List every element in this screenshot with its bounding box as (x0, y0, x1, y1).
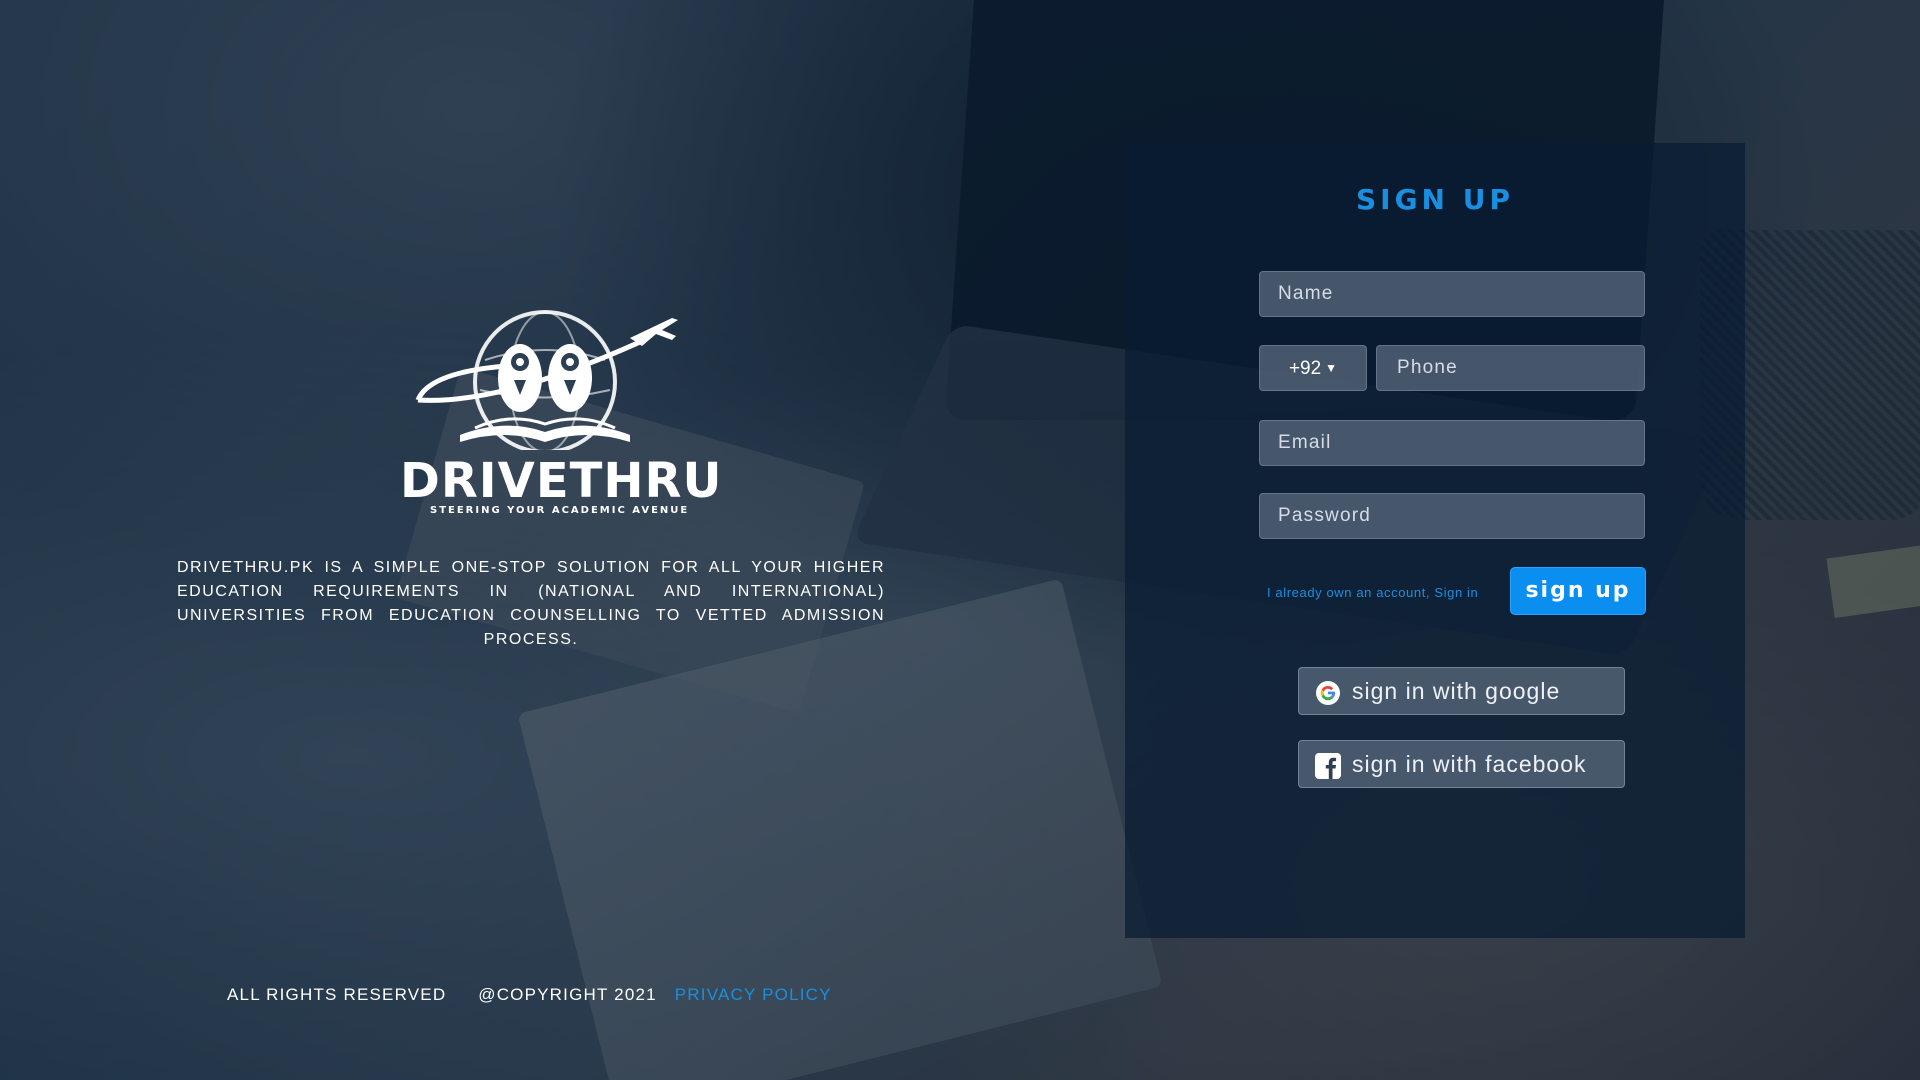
footer-copyright: @COPYRIGHT 2021 (478, 985, 657, 1004)
brand-logo: DRIVETHRU STEERING YOUR ACADEMIC AVENUE (400, 300, 723, 516)
owl-globe-emblem-icon (415, 310, 678, 454)
footer-rights: ALL RIGHTS RESERVED (227, 985, 447, 1004)
country-code-select[interactable]: +92 ▼ (1259, 345, 1367, 391)
footer: ALL RIGHTS RESERVED @COPYRIGHT 2021 PRIV… (227, 985, 832, 1005)
signup-button[interactable]: sign up (1510, 567, 1646, 615)
signup-page: DRIVETHRU STEERING YOUR ACADEMIC AVENUE … (0, 0, 1920, 1080)
signin-link[interactable]: I already own an account, Sign in (1267, 585, 1478, 600)
google-signin-button[interactable]: sign in with google (1298, 667, 1625, 715)
brand-tagline: STEERING YOUR ACADEMIC AVENUE (430, 505, 690, 516)
email-input[interactable] (1259, 420, 1645, 466)
brand-description: DRIVETHRU.PK IS A SIMPLE ONE-STOP SOLUTI… (177, 559, 885, 648)
google-icon (1316, 681, 1340, 705)
facebook-signin-button[interactable]: sign in with facebook (1298, 740, 1625, 788)
facebook-icon (1315, 753, 1341, 779)
signup-panel: SIGN UP +92▼ I already own an account, S… (1125, 143, 1745, 938)
facebook-signin-label: sign in with facebook (1352, 751, 1587, 777)
privacy-policy-link[interactable]: PRIVACY POLICY (675, 985, 832, 1004)
signup-title: SIGN UP (1355, 183, 1514, 216)
caret-down-icon: ▼ (1325, 361, 1338, 375)
brand-wordmark: DRIVETHRU (400, 453, 723, 509)
phone-input[interactable] (1376, 345, 1645, 391)
country-code-value: +92 (1288, 358, 1322, 379)
name-input[interactable] (1259, 271, 1645, 317)
google-signin-label: sign in with google (1352, 678, 1561, 704)
password-input[interactable] (1259, 493, 1645, 539)
